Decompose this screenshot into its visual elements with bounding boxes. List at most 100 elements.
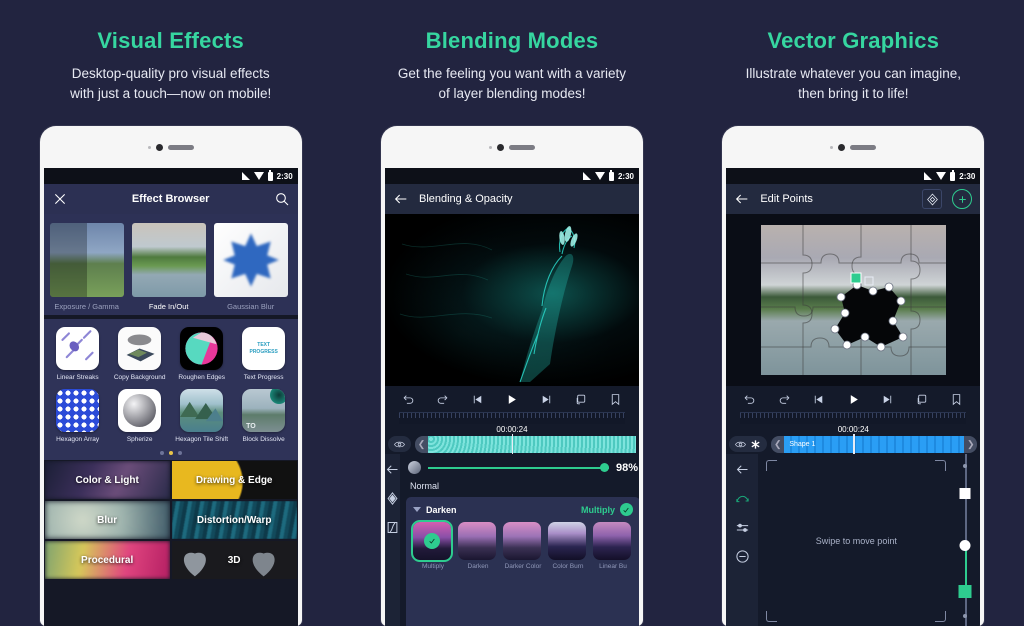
close-icon[interactable] xyxy=(52,191,68,207)
effect-grid-item[interactable]: Spherize xyxy=(112,389,168,444)
blend-group-header[interactable]: Darken Multiply xyxy=(412,503,633,516)
category-3d[interactable]: 3D xyxy=(170,540,298,581)
handles-icon[interactable] xyxy=(735,520,750,535)
effect-grid-item[interactable]: Copy Background xyxy=(112,327,168,382)
effect-browser-body: Exposure / Gamma Fade In/Out Gaussian Bl… xyxy=(43,214,298,626)
back-arrow-icon[interactable] xyxy=(393,191,409,207)
page-subtitle: Desktop-quality pro visual effects with … xyxy=(0,64,341,103)
preview-viewport[interactable] xyxy=(384,214,639,386)
clip-waveform[interactable] xyxy=(427,435,636,453)
transform-icon[interactable] xyxy=(385,520,400,535)
blend-option[interactable]: Darker Color xyxy=(502,522,543,571)
timeline-clip[interactable]: ❮ Shape 1 ❯ xyxy=(771,435,978,453)
page-subtitle: Illustrate whatever you can imagine, the… xyxy=(683,64,1024,103)
redo-icon[interactable] xyxy=(436,393,449,406)
blend-option[interactable]: Linear Bu xyxy=(592,522,633,571)
skip-start-icon[interactable] xyxy=(471,393,484,406)
remove-circle-icon[interactable] xyxy=(735,549,750,564)
skip-start-icon[interactable] xyxy=(812,393,825,406)
layer-visibility-toggle[interactable] xyxy=(387,436,411,452)
opacity-slider-thumb[interactable] xyxy=(599,462,609,472)
search-icon[interactable] xyxy=(274,191,290,207)
blend-option[interactable]: Color Burn xyxy=(547,522,588,571)
path-node-circle[interactable] xyxy=(959,540,971,551)
effect-grid-item[interactable]: TO Block Dissolve xyxy=(236,389,292,444)
skip-end-icon[interactable] xyxy=(540,393,553,406)
featured-effects-strip: Exposure / Gamma Fade In/Out Gaussian Bl… xyxy=(43,214,298,315)
blend-option[interactable]: Darken xyxy=(457,522,498,571)
add-circle-icon[interactable] xyxy=(952,189,973,209)
effect-grid-item[interactable]: Hexagon Array xyxy=(50,389,106,444)
play-icon[interactable] xyxy=(505,393,518,406)
playhead[interactable] xyxy=(853,434,855,454)
category-procedural[interactable]: Procedural xyxy=(43,540,171,581)
left-tool-rail xyxy=(726,454,759,626)
curve-icon[interactable] xyxy=(735,491,750,506)
clip-trim-right-handle[interactable]: ❯ xyxy=(964,435,978,453)
timeline-ruler[interactable] xyxy=(398,412,625,424)
phone-top-bezel xyxy=(385,126,639,168)
asterisk-icon[interactable] xyxy=(750,439,761,450)
effect-thumbnail xyxy=(180,389,224,433)
timeline-ruler[interactable] xyxy=(740,412,967,424)
category-drawing-and-edge[interactable]: Drawing & Edge xyxy=(170,460,298,501)
path-node-selected[interactable] xyxy=(958,584,972,598)
effect-thumbnail xyxy=(131,223,206,297)
node-diamond-icon[interactable] xyxy=(922,189,943,209)
category-blur[interactable]: Blur xyxy=(43,500,171,541)
effect-grid-item[interactable]: Hexagon Tile Shift xyxy=(174,389,230,444)
chevron-down-icon[interactable] xyxy=(412,507,421,512)
effect-grid-item[interactable]: Roughen Edges xyxy=(174,327,230,382)
category-distortion-warp[interactable]: Distortion/Warp xyxy=(170,500,298,541)
loop-icon[interactable] xyxy=(575,393,588,406)
pagination-dot[interactable] xyxy=(159,451,164,456)
redo-icon[interactable] xyxy=(778,393,791,406)
eye-icon[interactable] xyxy=(735,439,747,450)
bookmark-icon[interactable] xyxy=(950,393,963,406)
timeline-track-row: ❮ Shape 1 ❯ xyxy=(726,434,980,454)
swipe-area[interactable]: Swipe to move point xyxy=(766,460,947,622)
back-arrow-icon[interactable] xyxy=(734,191,750,207)
path-node-small[interactable] xyxy=(963,464,968,469)
transport-controls xyxy=(384,386,639,412)
clip-trim-left-handle[interactable]: ❮ xyxy=(771,435,785,453)
transport-controls xyxy=(726,386,981,412)
effect-grid-item[interactable]: TEXT PROGRESS Text Progress xyxy=(236,327,292,382)
featured-effect-card[interactable]: Fade In/Out xyxy=(131,223,206,311)
undo-icon[interactable] xyxy=(743,393,756,406)
timeline-clip[interactable]: ❮ xyxy=(414,435,636,453)
front-camera-icon xyxy=(155,144,163,151)
panel-visual-effects: Visual Effects Desktop-quality pro visua… xyxy=(0,0,341,626)
layer-controls[interactable] xyxy=(729,436,768,452)
category-color-and-light[interactable]: Color & Light xyxy=(43,460,171,501)
path-node-square[interactable] xyxy=(959,488,971,500)
loop-icon[interactable] xyxy=(916,393,929,406)
skip-end-icon[interactable] xyxy=(881,393,894,406)
pagination-dots[interactable] xyxy=(50,451,292,456)
eye-icon[interactable] xyxy=(394,439,405,450)
effect-grid-item[interactable]: Linear Streaks xyxy=(50,327,106,382)
effect-label: Hexagon Tile Shift xyxy=(175,436,229,444)
featured-effect-card[interactable]: Exposure / Gamma xyxy=(49,223,124,311)
effect-label: Exposure / Gamma xyxy=(54,302,119,311)
current-blend-mode[interactable]: Normal xyxy=(400,477,639,497)
point-path-rail[interactable] xyxy=(950,454,980,626)
playhead[interactable] xyxy=(511,434,514,454)
back-arrow-icon[interactable] xyxy=(735,462,750,477)
pagination-dot-active[interactable] xyxy=(168,451,173,456)
opacity-slider[interactable] xyxy=(427,462,609,472)
crop-corner xyxy=(766,611,778,622)
page-title: Visual Effects xyxy=(97,28,244,53)
play-icon[interactable] xyxy=(847,393,860,406)
preview-viewport[interactable] xyxy=(726,214,981,386)
bookmark-icon[interactable] xyxy=(609,393,622,406)
clip-body[interactable]: Shape 1 xyxy=(784,435,965,453)
clip-trim-left-handle[interactable]: ❮ xyxy=(414,435,428,453)
blend-option[interactable]: Multiply xyxy=(410,520,453,571)
undo-icon[interactable] xyxy=(402,393,415,406)
keyframe-diamond-icon[interactable] xyxy=(385,491,400,506)
back-arrow-icon[interactable] xyxy=(385,462,400,477)
path-node-small[interactable] xyxy=(963,613,968,618)
pagination-dot[interactable] xyxy=(177,451,182,456)
featured-effect-card[interactable]: Gaussian Blur xyxy=(213,223,288,311)
